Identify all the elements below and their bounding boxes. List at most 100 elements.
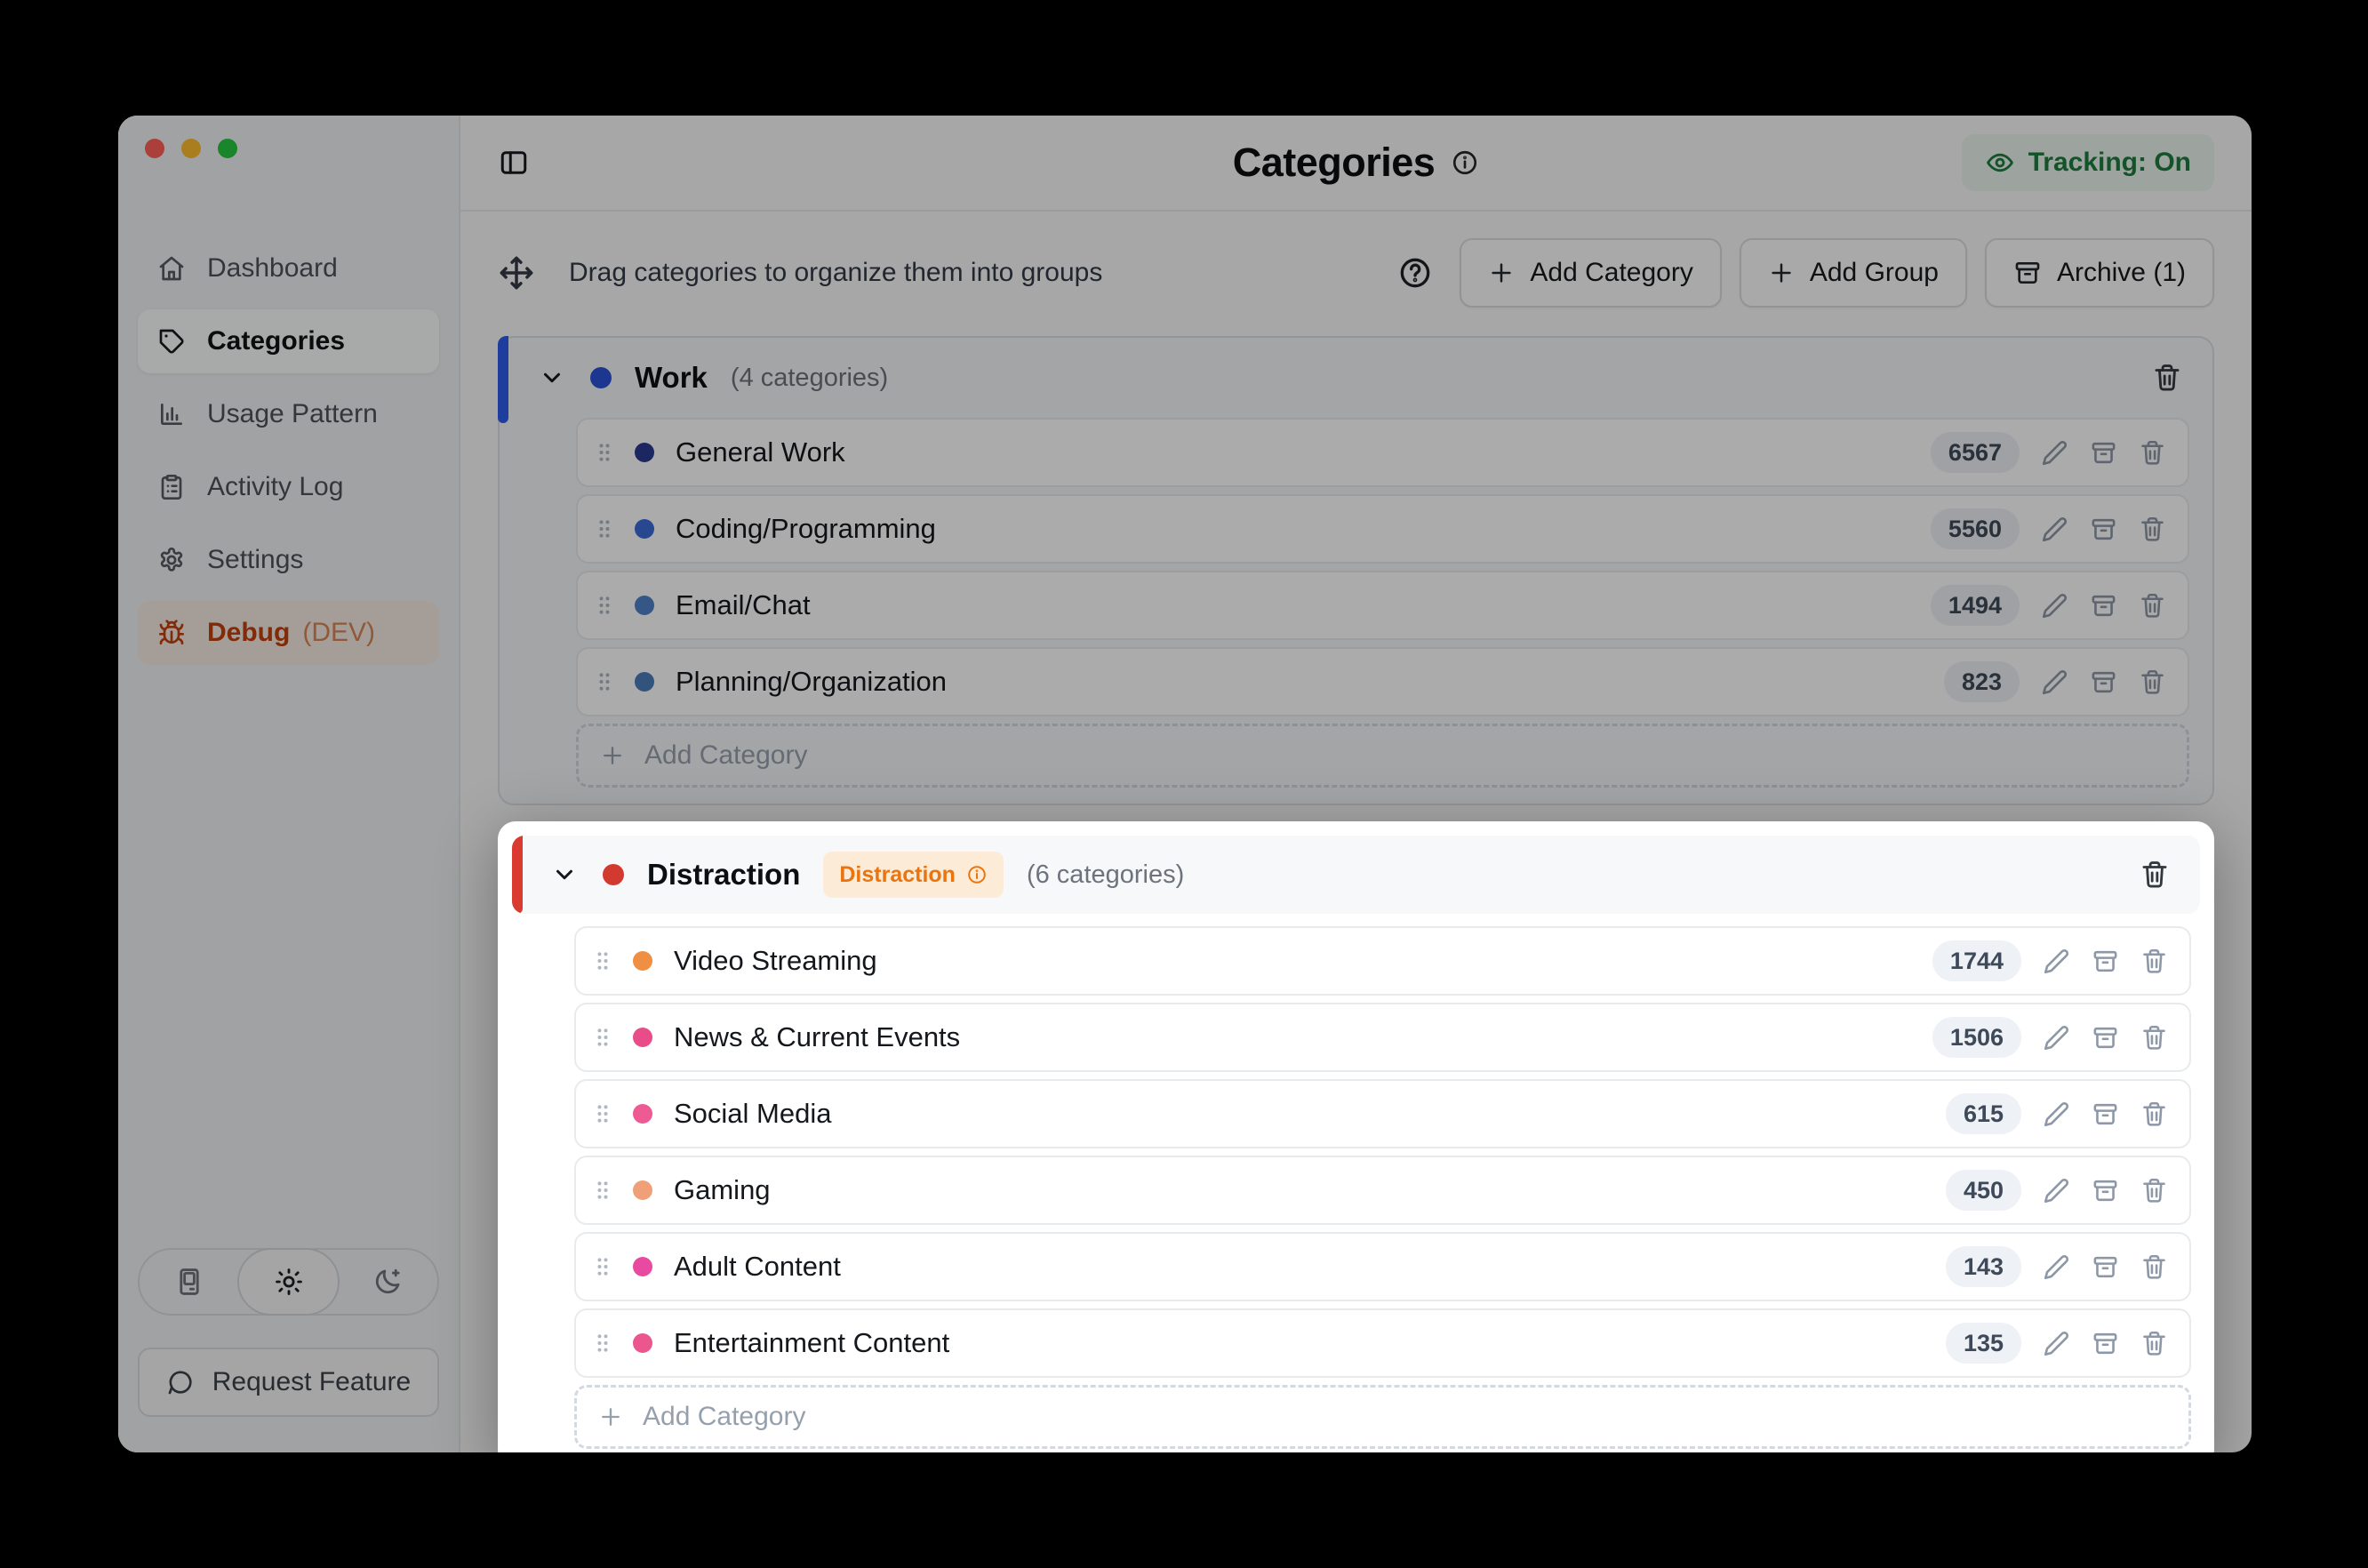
trash-icon[interactable] xyxy=(2139,516,2166,543)
drag-handle-icon[interactable] xyxy=(590,1331,615,1356)
bug-icon xyxy=(157,619,186,647)
chevron-down-icon[interactable] xyxy=(539,364,565,391)
trash-icon[interactable] xyxy=(2140,1177,2168,1204)
request-feature-label: Request Feature xyxy=(212,1367,411,1397)
trash-icon[interactable] xyxy=(2140,948,2168,975)
archive-icon[interactable] xyxy=(2090,592,2117,620)
trash-icon[interactable] xyxy=(2140,1024,2168,1052)
add-category-button[interactable]: Add Category xyxy=(1460,238,1721,308)
add-group-button[interactable]: Add Group xyxy=(1740,238,1967,308)
sidebar-toggle-button[interactable] xyxy=(498,147,530,179)
group-work-rows: General Work 6567 Coding/Programming xyxy=(500,418,2212,716)
archive-icon[interactable] xyxy=(2092,1253,2119,1281)
sidebar-item-activity-log[interactable]: Activity Log xyxy=(138,455,439,519)
trash-icon[interactable] xyxy=(2140,1253,2168,1281)
edit-pencil-icon[interactable] xyxy=(2041,592,2068,620)
sidebar-item-debug[interactable]: Debug (DEV) xyxy=(138,601,439,665)
usage-count-badge: 450 xyxy=(1946,1170,2021,1211)
drag-handle-icon[interactable] xyxy=(592,516,617,541)
drag-handle-icon[interactable] xyxy=(590,1025,615,1050)
sidebar-item-settings[interactable]: Settings xyxy=(138,528,439,592)
edit-pencil-icon[interactable] xyxy=(2043,1100,2070,1128)
trash-icon[interactable] xyxy=(2140,1100,2168,1128)
group-color-dot xyxy=(603,864,624,885)
tag-icon xyxy=(157,327,186,356)
category-color-dot xyxy=(635,519,654,539)
theme-system-button[interactable] xyxy=(140,1250,239,1314)
chevron-down-icon[interactable] xyxy=(551,861,578,888)
drag-handle-icon[interactable] xyxy=(590,1178,615,1203)
gear-icon xyxy=(157,546,186,574)
trash-icon[interactable] xyxy=(2140,1330,2168,1357)
sidebar-item-dashboard[interactable]: Dashboard xyxy=(138,236,439,300)
drag-handle-icon[interactable] xyxy=(590,1101,615,1126)
archive-icon xyxy=(2013,259,2042,287)
category-color-dot xyxy=(633,1104,652,1124)
archive-icon[interactable] xyxy=(2092,1177,2119,1204)
add-category-row[interactable]: Add Category xyxy=(574,1385,2191,1449)
edit-pencil-icon[interactable] xyxy=(2043,948,2070,975)
drag-handle-icon[interactable] xyxy=(592,440,617,465)
category-row-video-streaming: Video Streaming 1744 xyxy=(574,926,2191,996)
group-count-label: (6 categories) xyxy=(1027,860,1184,890)
edit-pencil-icon[interactable] xyxy=(2043,1024,2070,1052)
drag-handle-icon[interactable] xyxy=(590,948,615,973)
sidebar-item-usage-pattern[interactable]: Usage Pattern xyxy=(138,382,439,446)
edit-pencil-icon[interactable] xyxy=(2041,668,2068,696)
edit-pencil-icon[interactable] xyxy=(2041,439,2068,467)
trash-icon[interactable] xyxy=(2139,592,2166,620)
clipboard-list-icon xyxy=(157,473,186,501)
category-row-adult-content: Adult Content 143 xyxy=(574,1232,2191,1301)
trash-icon[interactable] xyxy=(2140,860,2170,890)
minimize-window-button[interactable] xyxy=(181,139,201,158)
trash-icon[interactable] xyxy=(2139,668,2166,696)
add-category-row[interactable]: Add Category xyxy=(576,724,2189,788)
help-icon[interactable] xyxy=(1397,255,1433,291)
archive-icon[interactable] xyxy=(2092,1100,2119,1128)
archive-icon[interactable] xyxy=(2092,948,2119,975)
content: Work (4 categories) General Work 6 xyxy=(460,308,2252,1452)
group-color-dot xyxy=(590,367,612,388)
usage-count-badge: 1506 xyxy=(1932,1017,2021,1058)
message-bubble-icon xyxy=(166,1368,195,1396)
group-accent-strip xyxy=(498,336,508,423)
group-work: Work (4 categories) General Work 6 xyxy=(498,336,2214,805)
trash-icon[interactable] xyxy=(2139,439,2166,467)
info-icon[interactable] xyxy=(1451,148,1479,177)
tracking-status-badge[interactable]: Tracking: On xyxy=(1962,134,2214,191)
category-name: Gaming xyxy=(674,1174,771,1206)
theme-light-button[interactable] xyxy=(237,1248,340,1316)
usage-count-badge: 143 xyxy=(1946,1246,2021,1287)
sidebar-nav: Dashboard Categories Usage Pattern Activ… xyxy=(138,236,439,665)
drag-handle-icon[interactable] xyxy=(592,669,617,694)
request-feature-button[interactable]: Request Feature xyxy=(138,1348,439,1417)
usage-count-badge: 1494 xyxy=(1931,585,2020,626)
move-arrows-icon xyxy=(498,254,535,292)
archive-icon[interactable] xyxy=(2090,439,2117,467)
zoom-window-button[interactable] xyxy=(218,139,237,158)
category-row-general-work: General Work 6567 xyxy=(576,418,2189,487)
drag-handle-icon[interactable] xyxy=(590,1254,615,1279)
drag-handle-icon[interactable] xyxy=(592,593,617,618)
close-window-button[interactable] xyxy=(145,139,164,158)
edit-pencil-icon[interactable] xyxy=(2043,1177,2070,1204)
category-name: Planning/Organization xyxy=(676,666,947,698)
edit-pencil-icon[interactable] xyxy=(2041,516,2068,543)
app-header: Categories Tracking: On xyxy=(460,116,2252,212)
archive-icon[interactable] xyxy=(2090,668,2117,696)
archive-icon[interactable] xyxy=(2092,1330,2119,1357)
plus-icon xyxy=(598,1404,623,1429)
archive-icon[interactable] xyxy=(2092,1024,2119,1052)
edit-pencil-icon[interactable] xyxy=(2043,1330,2070,1357)
trash-icon[interactable] xyxy=(2152,363,2182,393)
category-color-dot xyxy=(633,1180,652,1200)
archive-icon[interactable] xyxy=(2090,516,2117,543)
distraction-type-badge[interactable]: Distraction xyxy=(823,852,1004,898)
edit-pencil-icon[interactable] xyxy=(2043,1253,2070,1281)
group-distraction: Distraction Distraction (6 categories) xyxy=(512,836,2200,1449)
sidebar-item-categories[interactable]: Categories xyxy=(138,309,439,373)
group-name: Work xyxy=(635,361,708,395)
home-icon xyxy=(157,254,186,283)
archive-button[interactable]: Archive (1) xyxy=(1985,238,2214,308)
theme-dark-button[interactable] xyxy=(338,1250,437,1314)
